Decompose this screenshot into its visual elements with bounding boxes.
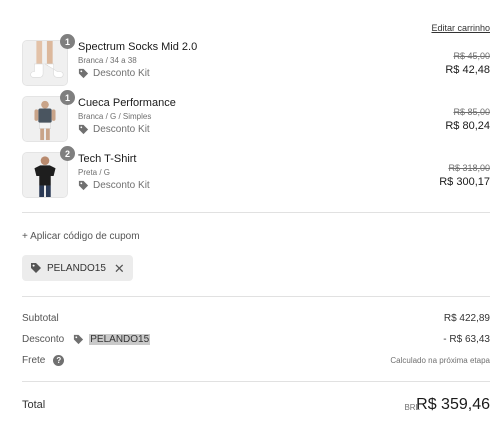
product-image-underwear[interactable] — [22, 96, 68, 142]
tag-icon — [31, 263, 41, 273]
discount-label: Desconto Kit — [93, 68, 150, 79]
divider — [22, 212, 490, 213]
total-value: R$ 359,46 — [416, 396, 490, 413]
original-price: R$ 45,00 — [453, 51, 490, 61]
tag-icon — [78, 68, 89, 79]
discount-label: Desconto Kit — [93, 180, 150, 191]
total-label: Total — [22, 399, 46, 411]
discounted-price: R$ 80,24 — [445, 120, 490, 132]
product-image-socks[interactable] — [22, 40, 68, 86]
discounted-price: R$ 300,17 — [439, 176, 490, 188]
discounted-price: R$ 42,48 — [445, 64, 490, 76]
discount-row: Desconto PELANDO15 - R$ 63,43 — [22, 334, 490, 350]
coupon-code: PELANDO15 — [47, 262, 106, 274]
close-icon[interactable]: ✕ — [114, 262, 125, 275]
cart-item: 1 Cueca Performance Branca / G / Simples… — [22, 90, 490, 144]
cart-item: 2 Tech T-Shirt Preta / G Desconto Kit R$… — [22, 146, 490, 200]
quantity-badge: 1 — [60, 34, 75, 49]
original-price: R$ 318,00 — [448, 163, 490, 173]
apply-coupon-link[interactable]: + Aplicar código de cupom — [22, 231, 140, 242]
shipping-row: Frete ? Calculado na próxima etapa — [22, 355, 490, 371]
cart-item: 1 Spectrum Socks Mid 2.0 Branca / 34 a 3… — [22, 34, 490, 88]
discount-label: Desconto Kit — [93, 124, 150, 135]
subtotal-label: Subtotal — [22, 313, 59, 324]
quantity-badge: 2 — [60, 146, 75, 161]
discount-label-group: Desconto PELANDO15 — [22, 334, 151, 345]
product-name[interactable]: Tech T-Shirt — [78, 153, 137, 165]
discount-code: PELANDO15 — [89, 334, 151, 345]
help-icon[interactable]: ? — [53, 355, 65, 366]
shipping-label-group: Frete ? — [22, 355, 65, 366]
product-variant: Preta / G — [78, 168, 111, 177]
product-variant: Branca / G / Simples — [78, 112, 152, 121]
item-discount: Desconto Kit — [78, 68, 150, 79]
product-name[interactable]: Cueca Performance — [78, 97, 176, 109]
original-price: R$ 85,00 — [453, 107, 490, 117]
subtotal-value: R$ 422,89 — [443, 313, 490, 324]
item-discount: Desconto Kit — [78, 180, 150, 191]
divider — [22, 381, 490, 382]
discount-label: Desconto — [22, 334, 65, 345]
product-image-tshirt[interactable] — [22, 152, 68, 198]
subtotal-row: Subtotal R$ 422,89 — [22, 313, 490, 329]
applied-coupon-chip: PELANDO15 ✕ — [22, 255, 133, 281]
tag-icon — [78, 124, 89, 135]
tag-icon — [78, 180, 89, 191]
product-name[interactable]: Spectrum Socks Mid 2.0 — [78, 41, 197, 53]
quantity-badge: 1 — [60, 90, 75, 105]
tag-icon — [74, 334, 84, 345]
shipping-label: Frete — [22, 355, 46, 366]
discount-value: - R$ 63,43 — [443, 334, 490, 345]
edit-cart-link[interactable]: Editar carrinho — [431, 23, 490, 33]
shipping-value: Calculado na próxima etapa — [390, 356, 490, 365]
product-variant: Branca / 34 a 38 — [78, 56, 137, 65]
divider — [22, 296, 490, 297]
item-discount: Desconto Kit — [78, 124, 150, 135]
